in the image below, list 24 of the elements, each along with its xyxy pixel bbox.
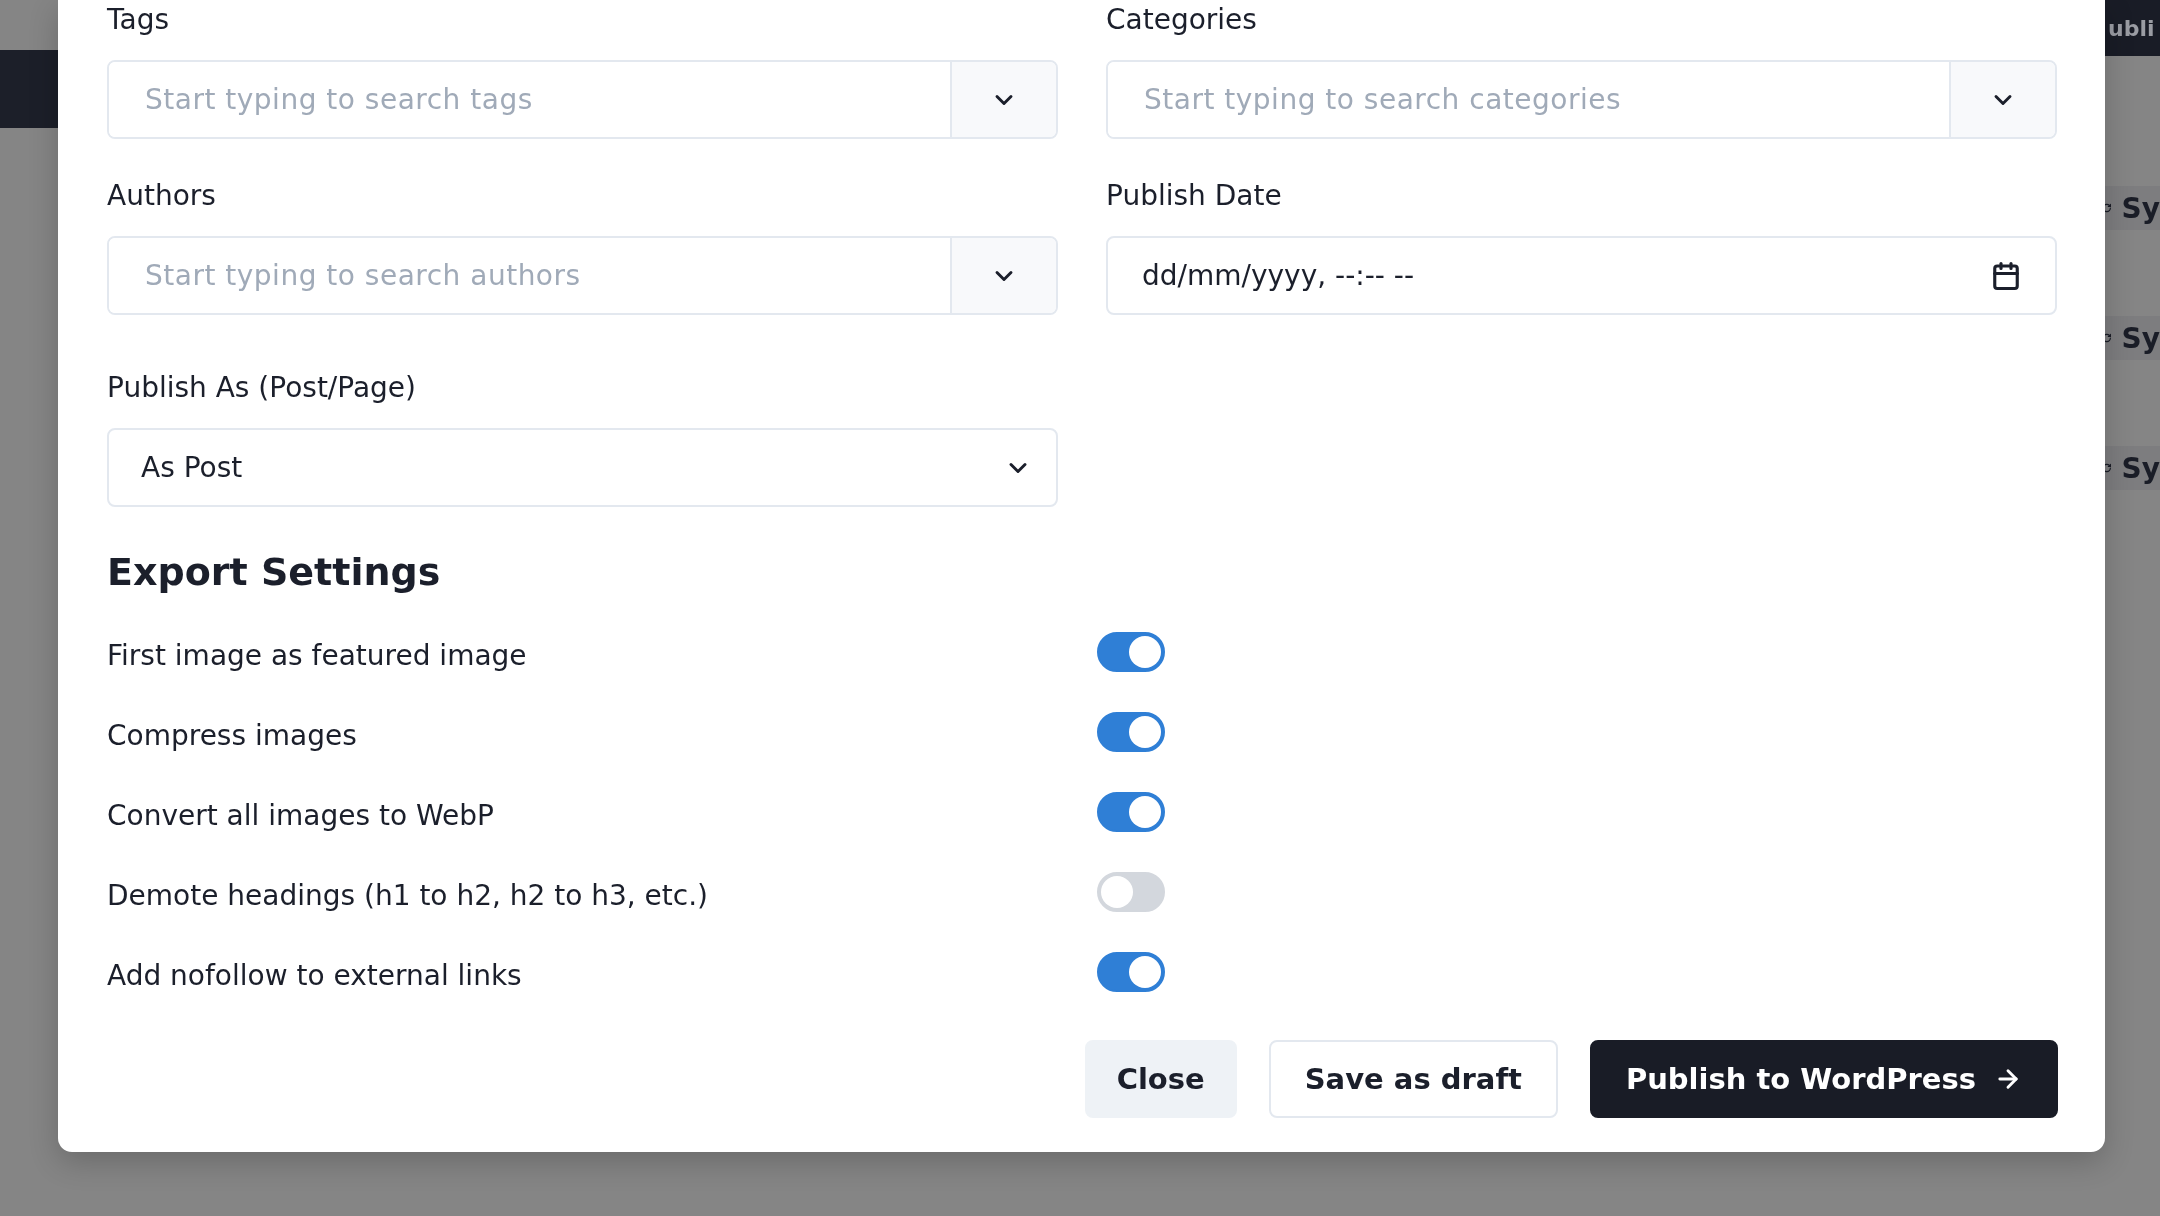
search-field[interactable]: Start typing to search tags <box>107 60 1058 139</box>
toggle-switch[interactable] <box>1097 952 1165 992</box>
option-label: Compress images <box>107 718 358 752</box>
option-label: Demote headings (h1 to h2, h2 to h3, etc.) <box>107 878 709 912</box>
field-label: Authors <box>107 178 217 214</box>
close-button[interactable]: Close <box>1084 1040 1237 1118</box>
field-label: Tags <box>107 2 170 38</box>
field-label: Categories <box>1106 2 1258 38</box>
select-field[interactable]: As Post <box>107 428 1058 507</box>
search-field[interactable]: Start typing to search authors <box>107 236 1058 315</box>
search-field[interactable]: Start typing to search categories <box>1106 60 2057 139</box>
save-draft-button[interactable]: Save as draft <box>1268 1040 1558 1118</box>
toggle-switch[interactable] <box>1097 632 1165 672</box>
field-label: Publish As (Post/Page) <box>107 370 417 406</box>
toggle-switch[interactable] <box>1097 712 1165 752</box>
date-field[interactable]: dd/mm/yyyy, --:-- -- <box>1106 236 2057 315</box>
section-heading: Export Settings <box>107 549 442 596</box>
option-label: Convert all images to WebP <box>107 798 495 832</box>
publish-button[interactable]: Publish to WordPress <box>1589 1040 2058 1118</box>
option-label: First image as featured image <box>107 638 528 672</box>
option-label: Add nofollow to external links <box>107 958 523 992</box>
calendar-icon[interactable] <box>1991 260 2021 291</box>
field-label: Publish Date <box>1106 178 1283 214</box>
toggle-switch[interactable] <box>1097 792 1165 832</box>
